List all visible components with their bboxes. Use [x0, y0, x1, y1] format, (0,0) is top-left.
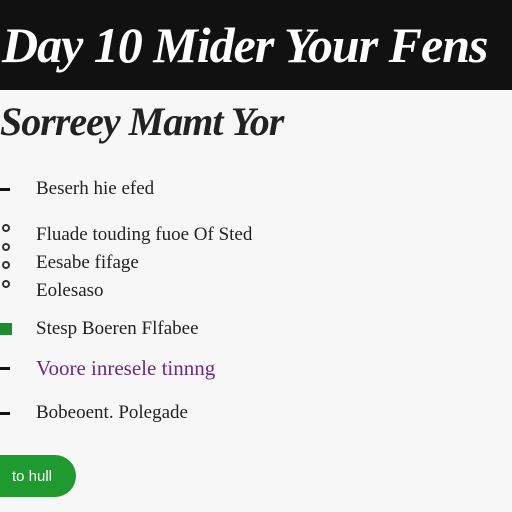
- list-item-link[interactable]: Voore inresele tinnng: [0, 356, 215, 381]
- list-item-link-label[interactable]: Voore inresele tinnng: [36, 356, 215, 381]
- header-bar: Day 10 Mider Your Fens: [0, 0, 512, 90]
- cta-button[interactable]: to hull: [0, 455, 76, 497]
- section-title: Sorreey Mamt Yor: [0, 99, 284, 144]
- circle-icon: [2, 242, 10, 251]
- square-bullet-icon: [0, 323, 12, 335]
- list-item-label: Eesabe fifage: [36, 252, 139, 273]
- list-item: Bobeoent. Polegade: [0, 402, 188, 424]
- bullet-icon: [0, 187, 10, 191]
- circle-icon: [2, 279, 10, 288]
- bullet-icon: [0, 411, 10, 415]
- list-item-label: Beserh hie efed: [36, 178, 155, 199]
- list-item-label: Stesp Boeren Flfabee: [36, 318, 199, 339]
- list-item-label: Eolesaso: [36, 280, 104, 301]
- bullet-icon: [0, 367, 10, 370]
- list-item-label: Bobeoent. Polegade: [36, 402, 188, 423]
- list-item: Beserh hie efed: [0, 178, 154, 200]
- list-item-label: Fluade touding fuoe Of Sted: [36, 224, 253, 245]
- list-item: Stesp Boeren Flfabee: [0, 318, 199, 340]
- circle-icon: [2, 261, 10, 270]
- bullet-group: [0, 224, 12, 288]
- circle-icon: [2, 224, 10, 232]
- list-item-group: Fluade touding fuoe Of Sted Eesabe fifag…: [0, 224, 252, 302]
- page-title: Day 10 Mider Your Fens: [2, 17, 488, 73]
